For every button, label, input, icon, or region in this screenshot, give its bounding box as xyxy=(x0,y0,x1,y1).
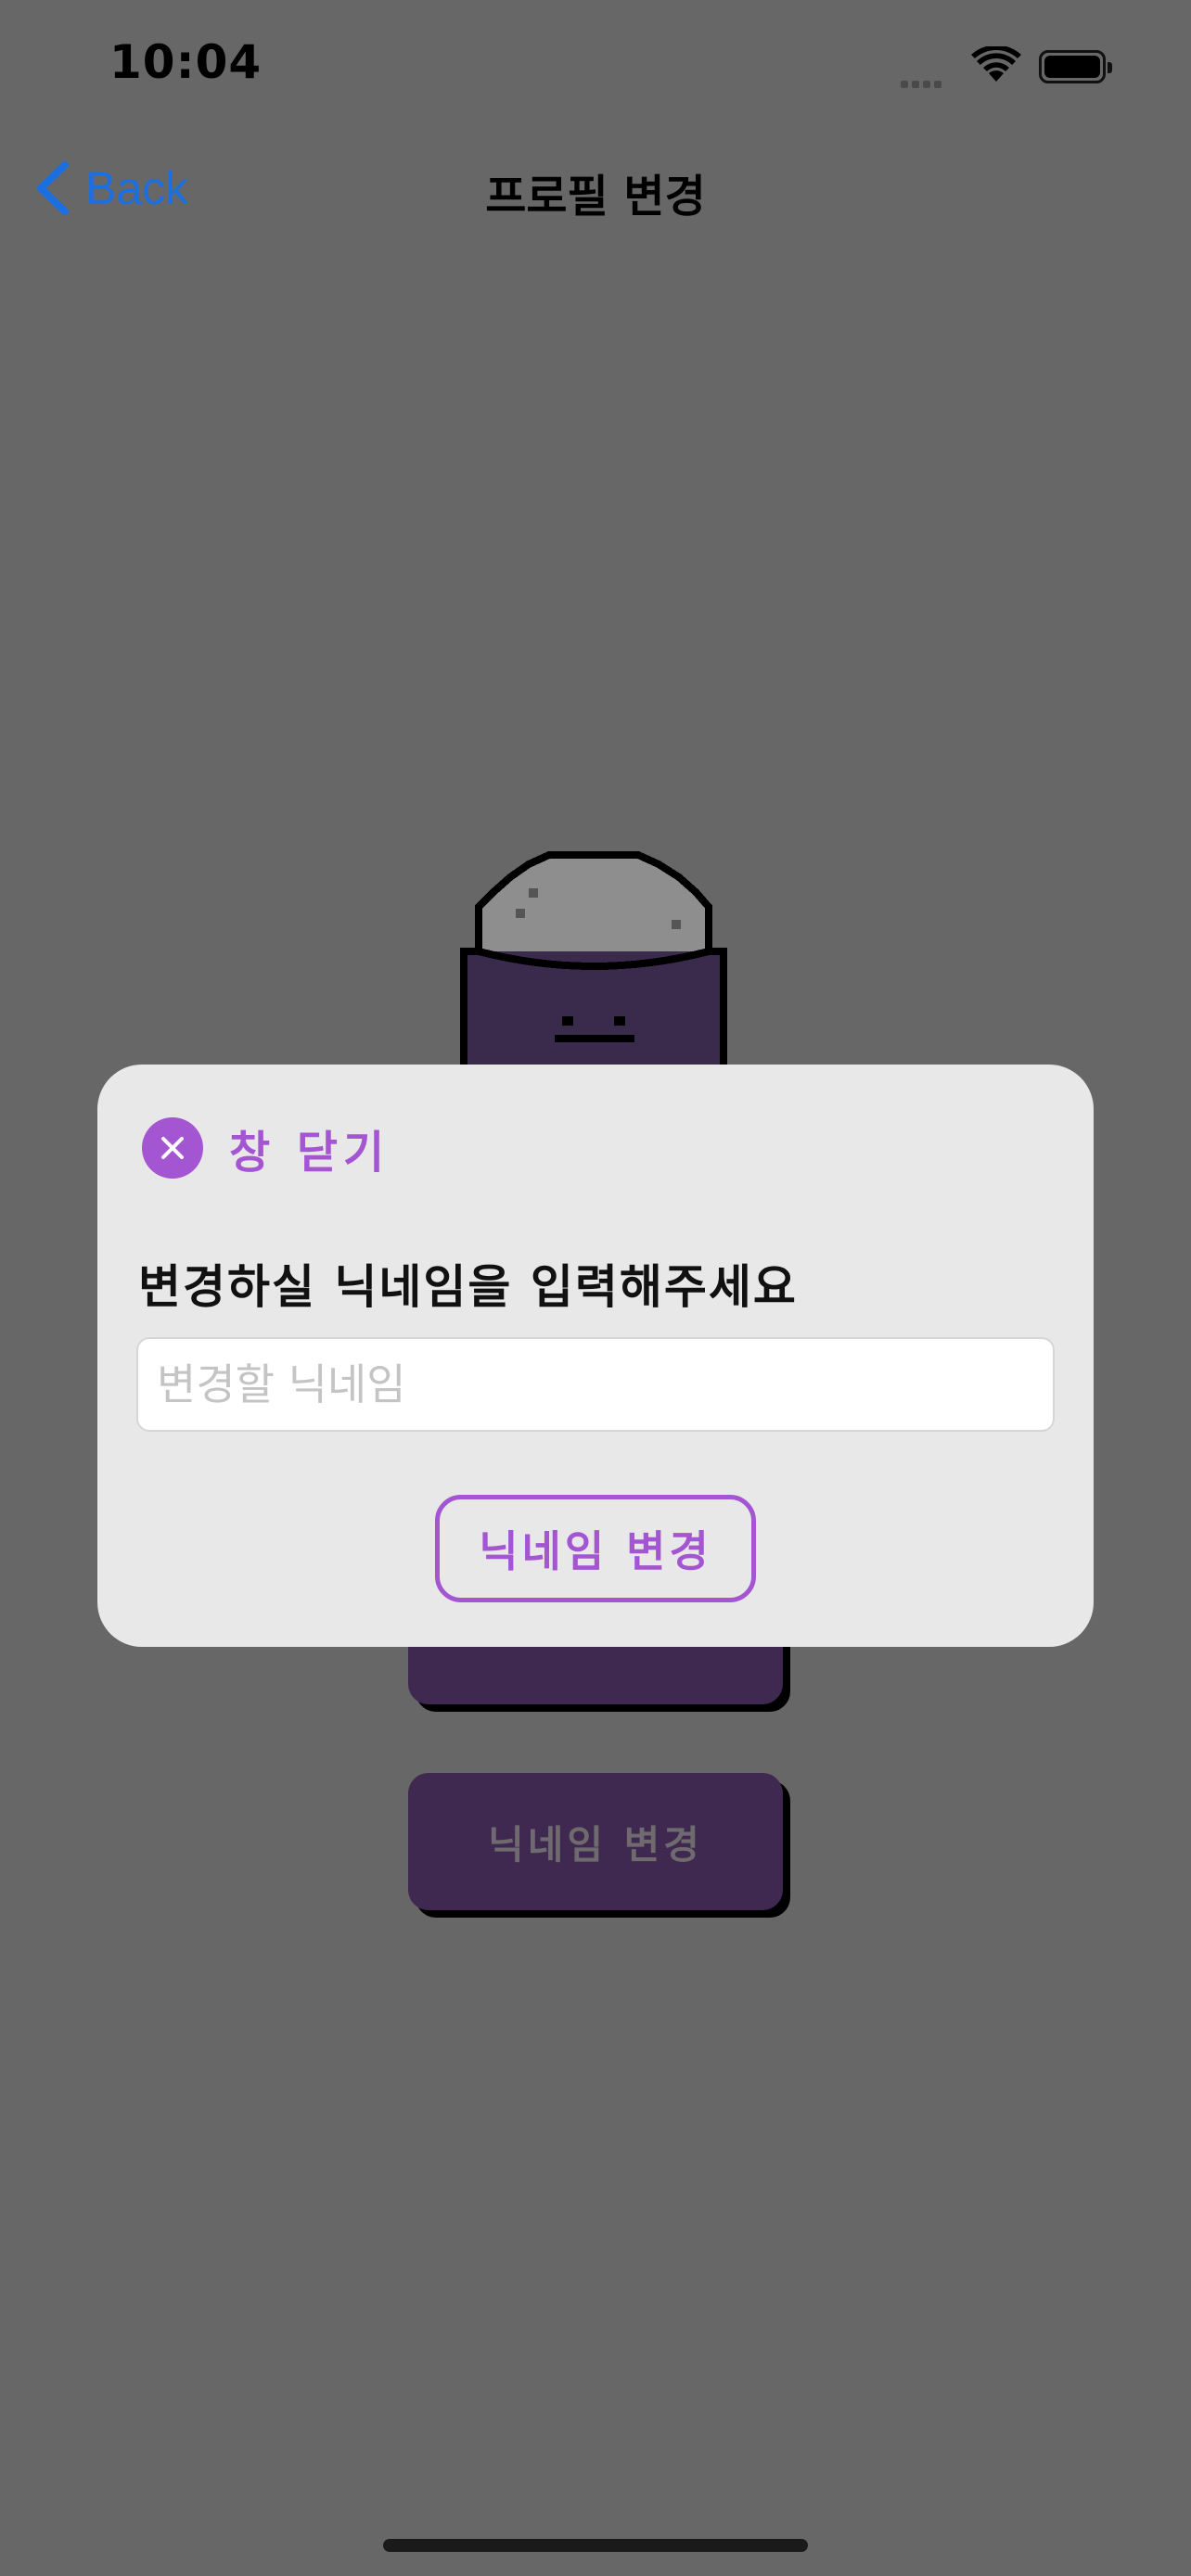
cellular-signal-icon xyxy=(901,74,945,92)
nickname-input[interactable] xyxy=(136,1337,1055,1432)
close-modal-label: 창 닫기 xyxy=(229,1127,391,1179)
submit-nickname-label: 닉네임 변경 xyxy=(479,1526,712,1576)
submit-nickname-button[interactable]: 닉네임 변경 xyxy=(435,1495,756,1602)
profile-character xyxy=(453,842,738,1087)
page-title: 프로필 변경 xyxy=(485,171,706,223)
status-time: 10:04 xyxy=(109,35,263,89)
close-modal-button[interactable]: 창 닫기 xyxy=(142,1116,390,1180)
change-nickname-button[interactable]: 닉네임 변경 xyxy=(408,1773,783,1910)
nickname-prompt: 변경하실 닉네임을 입력해주세요 xyxy=(138,1260,798,1314)
wifi-icon xyxy=(971,45,1021,87)
close-icon xyxy=(142,1117,203,1179)
nickname-modal: 창 닫기 변경하실 닉네임을 입력해주세요 닉네임 변경 xyxy=(97,1065,1094,1647)
battery-icon xyxy=(1039,50,1112,83)
change-nickname-label: 닉네임 변경 xyxy=(488,1821,703,1868)
home-indicator xyxy=(383,2539,808,2552)
